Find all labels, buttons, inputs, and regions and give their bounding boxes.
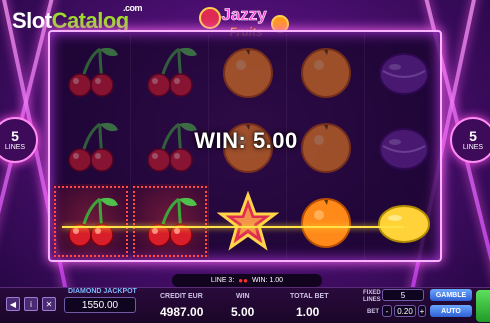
total-bet-label: TOTAL BET <box>290 293 329 300</box>
line-win-info: LINE 3: ●● WIN: 1.00 <box>172 274 322 287</box>
auto-button[interactable]: AUTO <box>430 305 472 317</box>
sound-button[interactable]: ◀ <box>6 297 20 311</box>
bet-minus-button[interactable]: - <box>382 305 392 317</box>
jackpot-value: 1550.00 <box>64 297 136 313</box>
spin-button[interactable] <box>476 290 490 322</box>
gamble-button[interactable]: GAMBLE <box>430 289 472 301</box>
lines-badge-right: 5 LINES <box>450 117 490 163</box>
bet-plus-button[interactable]: + <box>418 305 426 317</box>
win-value: 5.00 <box>231 305 255 319</box>
info-button[interactable]: i <box>24 297 38 311</box>
win-banner: WIN: 5.00 <box>194 128 298 153</box>
orange-symbol <box>209 34 287 109</box>
credit-value: 4987.00 <box>160 305 204 319</box>
fixed-lines-label: FIXED LINES <box>363 290 381 303</box>
lines-badge-left: 5 LINES <box>0 117 38 163</box>
star-symbol <box>209 184 287 259</box>
cherry-icon: ●● <box>238 276 248 285</box>
cherry-symbol <box>52 184 130 259</box>
cherry-symbol <box>131 184 209 259</box>
fixed-lines-value: 5 <box>382 289 424 301</box>
line-number: LINE 3: <box>210 277 235 284</box>
jackpot-label: DIAMOND JACKPOT <box>68 288 137 295</box>
cherry-symbol <box>52 34 130 109</box>
orange-symbol <box>287 34 365 109</box>
cherry-symbol <box>52 109 130 184</box>
winning-payline <box>62 226 404 228</box>
svg-text:Jazzy: Jazzy <box>221 5 267 24</box>
bet-value: 0.20 <box>394 305 416 317</box>
win-label: WIN <box>236 293 250 300</box>
bet-label: BET <box>367 309 379 315</box>
plum-symbol <box>365 34 443 109</box>
game-stage: SlotCatalog .com Jazzy Fruits 5 LINES 5 … <box>0 0 490 323</box>
line-win-value: WIN: 1.00 <box>251 277 284 284</box>
settings-button[interactable]: ✕ <box>42 297 56 311</box>
plum-symbol <box>365 109 443 184</box>
credit-label: CREDIT EUR <box>160 293 203 300</box>
lemon-symbol <box>365 184 443 259</box>
orange-symbol <box>287 184 365 259</box>
cherry-symbol <box>131 34 209 109</box>
total-bet-value: 1.00 <box>296 305 320 319</box>
